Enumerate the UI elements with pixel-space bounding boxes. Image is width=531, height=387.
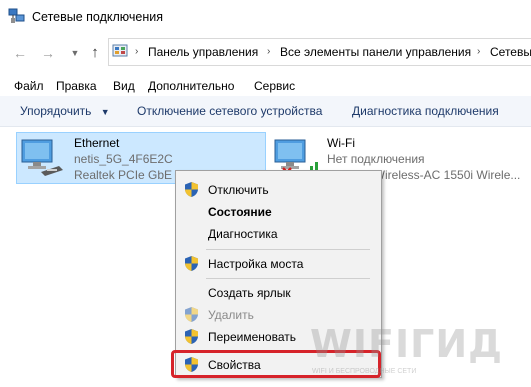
menu-item-rename[interactable]: Переименовать: [208, 330, 296, 344]
menu-item-create-shortcut[interactable]: Создать ярлык: [208, 286, 291, 300]
breadcrumb-network[interactable]: Сетевы: [490, 45, 531, 59]
recent-locations-button[interactable]: ▼: [67, 45, 83, 61]
forward-button[interactable]: →: [40, 45, 56, 61]
menu-tools[interactable]: Сервис: [254, 79, 295, 93]
ethernet-network: netis_5G_4F6E2C: [74, 152, 173, 166]
menu-item-status[interactable]: Состояние: [208, 205, 272, 219]
menu-item-diagnostics[interactable]: Диагностика: [208, 227, 278, 241]
back-button[interactable]: ←: [12, 45, 28, 61]
breadcrumb-separator-icon[interactable]: ›: [135, 46, 138, 57]
organize-label: Упорядочить: [20, 104, 92, 118]
organize-button[interactable]: Упорядочить ▼: [20, 104, 110, 118]
menu-separator: [206, 278, 370, 279]
up-button[interactable]: ↑: [87, 45, 103, 61]
uac-shield-icon: [184, 181, 199, 198]
breadcrumb-control-panel[interactable]: Панель управления: [148, 45, 258, 59]
menu-item-disable[interactable]: Отключить: [208, 183, 269, 197]
disable-device-button[interactable]: Отключение сетевого устройства: [137, 104, 322, 118]
menu-edit[interactable]: Правка: [56, 79, 97, 93]
ethernet-name: Ethernet: [74, 136, 120, 150]
ethernet-adapter-icon: [19, 136, 65, 183]
breadcrumb-separator-icon[interactable]: ›: [267, 46, 270, 57]
menu-advanced[interactable]: Дополнительно: [148, 79, 234, 93]
breadcrumb-all-items[interactable]: Все элементы панели управления: [280, 45, 471, 59]
control-panel-icon: [112, 43, 129, 60]
menu-view[interactable]: Вид: [113, 79, 135, 93]
uac-shield-icon: [184, 255, 199, 272]
breadcrumb-separator-icon[interactable]: ›: [477, 46, 480, 57]
wifi-status: Нет подключения: [327, 152, 425, 166]
network-connections-icon: [8, 8, 25, 25]
watermark-subtitle: WIFI И БЕСПРОВОДНЫЕ СЕТИ: [312, 368, 417, 375]
uac-shield-icon: [184, 328, 199, 345]
uac-shield-icon: [184, 306, 199, 323]
menu-file[interactable]: Файл: [14, 79, 44, 93]
chevron-down-icon: ▼: [100, 107, 110, 117]
menu-item-bridge[interactable]: Настройка моста: [208, 257, 303, 271]
watermark-logo: WIFIГИД: [310, 322, 504, 366]
window-title: Сетевые подключения: [32, 10, 164, 24]
menu-item-delete: Удалить: [208, 308, 254, 322]
menu-separator: [206, 249, 370, 250]
diagnose-connection-button[interactable]: Диагностика подключения: [352, 104, 499, 118]
wifi-name: Wi-Fi: [327, 136, 355, 150]
